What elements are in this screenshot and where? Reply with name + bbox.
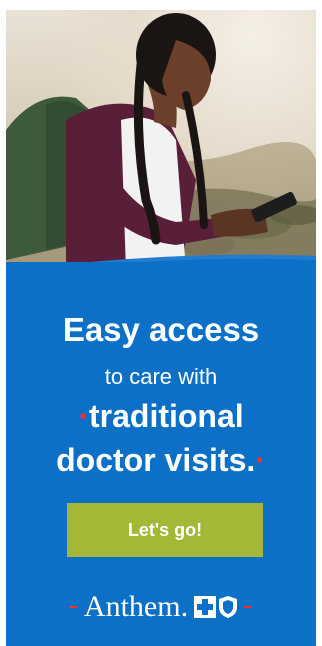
red-dash-icon: · (255, 442, 266, 478)
red-dash-icon (244, 606, 253, 608)
emphasis-line-2: doctor visits.· (6, 441, 316, 479)
anthem-logo[interactable]: Anthem. (6, 585, 316, 629)
subline: to care with (104, 364, 218, 389)
emphasis-line-1: ·traditional (6, 397, 316, 435)
brand-name: Anthem. (83, 590, 189, 623)
anthem-ad-banner[interactable]: Easy access to care with ·traditional do… (0, 0, 322, 646)
emphasis-line-1-text: traditional (88, 398, 244, 434)
brand-icons (194, 595, 238, 619)
red-dash-icon (69, 606, 78, 608)
headline: Easy access (62, 311, 260, 348)
cross-logo-icon (194, 596, 217, 618)
red-dash-icon: · (78, 398, 89, 434)
hero-photo (6, 10, 316, 280)
lets-go-button[interactable]: Let's go! (67, 503, 263, 557)
shield-logo-icon (219, 596, 238, 618)
emphasis-line-2-text: doctor visits. (56, 442, 256, 478)
